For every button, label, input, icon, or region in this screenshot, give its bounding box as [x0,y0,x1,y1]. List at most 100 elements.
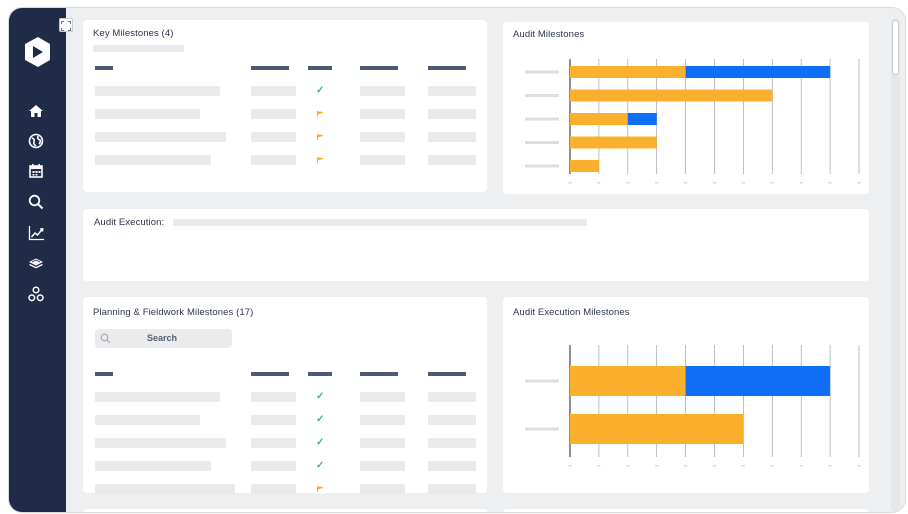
calendar-icon[interactable] [26,161,46,181]
cell-placeholder [428,392,476,402]
column-header[interactable] [428,66,466,70]
search-label: Search [147,333,178,343]
column-header[interactable] [360,372,398,376]
cell-placeholder [360,415,405,425]
bar [570,136,657,149]
category-label [525,427,559,431]
bar [570,160,599,172]
cell-placeholder [428,461,476,471]
search-icon[interactable] [26,192,46,212]
cell-placeholder [95,392,220,402]
cell-placeholder [251,392,296,402]
category-label [525,117,559,121]
tick-label [597,465,601,467]
tick-label [799,182,803,184]
tick-label [828,465,832,467]
tick-label [857,465,861,467]
cell-placeholder [251,155,296,165]
check-icon: ✓ [316,414,325,425]
cell-placeholder [95,484,235,494]
planning-milestones-card: Planning & Fieldwork Milestones (17) Sea… [83,297,487,494]
cell-placeholder [251,438,296,448]
layers-icon[interactable] [26,253,46,273]
column-header[interactable] [251,372,289,376]
column-header[interactable] [308,66,332,70]
tick-label [684,465,688,467]
bar [570,113,628,125]
cell-placeholder [360,109,405,119]
cell-placeholder [360,461,405,471]
cell-placeholder [428,155,476,165]
cell-placeholder [428,438,476,448]
cell-placeholder [95,461,211,471]
cell-placeholder [251,132,296,142]
audit-execution-value-placeholder [173,219,587,226]
column-header[interactable] [428,372,466,376]
key-milestones-card: Key Milestones (4) ✓ [83,20,487,192]
cell-placeholder [360,438,405,448]
bottom-card-left [83,509,487,512]
subtitle-placeholder [93,45,184,52]
cell-placeholder [251,461,296,471]
app-window: Key Milestones (4) ✓ Audit Milestones Au… [8,7,906,513]
audit-milestones-chart [525,59,861,184]
cell-placeholder [360,155,405,165]
tick-label [597,182,601,184]
cell-placeholder [95,109,200,119]
tick-label [713,182,716,184]
tick-label [770,182,774,184]
expand-icon[interactable] [59,18,73,32]
cell-placeholder [360,392,405,402]
key-milestones-title: Key Milestones (4) [93,28,174,39]
sidebar [9,8,66,512]
network-icon[interactable] [26,284,46,304]
vertical-scrollbar[interactable] [891,18,900,512]
cell-placeholder [428,109,476,119]
cell-placeholder [428,86,476,96]
cell-placeholder [95,155,211,165]
tick-label [568,182,572,184]
search-icon [100,333,111,344]
tick-label [655,182,659,184]
tick-label [568,465,572,467]
cell-placeholder [360,132,405,142]
home-icon[interactable] [26,101,46,121]
cell-placeholder [95,86,220,96]
audit-execution-milestones-card: Audit Execution Milestones [503,297,869,493]
flag-icon [317,134,323,140]
bar [570,366,686,396]
bottom-card-right [503,509,869,512]
planning-milestones-title: Planning & Fieldwork Milestones (17) [93,307,254,318]
search-input[interactable]: Search [95,329,232,348]
cell-placeholder [428,415,476,425]
check-icon: ✓ [316,460,325,471]
flag-icon [317,157,323,163]
audit-milestones-card: Audit Milestones [503,22,869,194]
column-header[interactable] [251,66,289,70]
scrollbar-thumb[interactable] [892,20,899,75]
tick-label [741,182,745,184]
column-header[interactable] [95,372,113,376]
cell-placeholder [360,86,405,96]
column-header[interactable] [95,66,113,70]
bar [627,113,657,125]
bar [570,66,686,78]
audit-execution-label: Audit Execution: [94,217,165,228]
tick-label [770,465,774,467]
column-header[interactable] [360,66,398,70]
cell-placeholder [360,484,405,494]
bar [570,89,773,102]
category-label [525,141,559,144]
app-logo[interactable] [22,36,52,70]
tick-label [626,465,630,467]
tick-label [799,465,803,467]
bar [685,66,831,78]
category-label [525,70,559,74]
column-header[interactable] [308,372,332,376]
audit-execution-card: Audit Execution: [83,209,869,281]
tick-label [828,182,832,184]
cell-placeholder [95,438,226,448]
chart-line-icon[interactable] [26,223,46,243]
globe-icon[interactable] [26,131,46,151]
cell-placeholder [95,132,226,142]
